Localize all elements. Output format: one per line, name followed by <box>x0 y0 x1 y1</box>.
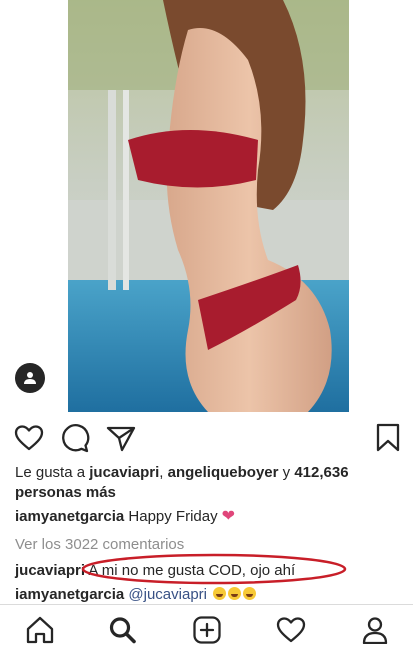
comment-item: iamyanetgarcia @jucaviapri <box>15 585 405 605</box>
like-button[interactable] <box>13 422 45 454</box>
laughing-face-emoji-icon <box>228 587 242 600</box>
share-button[interactable] <box>105 422 137 454</box>
home-icon <box>26 616 54 644</box>
nav-new-post[interactable] <box>191 615 223 645</box>
comment-item: jucaviapri A mi no me gusta COD, ojo ahí <box>15 561 405 581</box>
nav-profile[interactable] <box>359 615 391 645</box>
nav-home[interactable] <box>24 615 56 645</box>
laughing-face-emoji-icon <box>243 587 257 600</box>
nav-activity[interactable] <box>275 615 307 645</box>
comment-button[interactable] <box>59 422 91 454</box>
tagged-people-button[interactable] <box>15 363 45 393</box>
likes-count[interactable]: 412,636 <box>294 464 348 481</box>
comment-username[interactable]: jucaviapri <box>15 562 85 579</box>
heart-emoji-icon: ❤ <box>221 508 236 525</box>
view-all-comments-link[interactable]: Ver los 3022 comentarios <box>15 535 184 555</box>
heart-icon <box>14 425 44 451</box>
likes-summary: Le gusta a jucaviapri, angeliqueboyer y … <box>15 463 400 503</box>
liker-username[interactable]: angeliqueboyer <box>168 464 279 481</box>
profile-icon <box>362 617 388 644</box>
comment-username[interactable]: iamyanetgarcia <box>15 586 124 603</box>
post-caption: iamyanetgarcia Happy Friday ❤ <box>15 507 400 527</box>
likes-separator: , <box>159 464 168 481</box>
bookmark-icon <box>376 423 400 452</box>
post-photo-illustration <box>68 0 349 412</box>
likes-prefix: Le gusta a <box>15 464 90 481</box>
liker-username[interactable]: jucaviapri <box>89 464 159 481</box>
person-icon <box>24 372 36 384</box>
comment-text: A mi no me gusta COD, ojo ahí <box>88 562 296 579</box>
laughing-face-emoji-icon <box>213 587 227 600</box>
caption-text: Happy Friday <box>128 508 218 525</box>
likes-suffix[interactable]: personas más <box>15 484 116 501</box>
share-icon <box>106 426 136 452</box>
new-post-icon <box>193 616 221 644</box>
activity-heart-icon <box>276 617 306 643</box>
post-photo[interactable] <box>68 0 349 412</box>
comment-icon <box>62 424 90 453</box>
bottom-navigation <box>0 604 413 649</box>
search-icon <box>109 617 136 644</box>
likes-joiner: y <box>278 464 295 481</box>
nav-search[interactable] <box>107 615 139 645</box>
post-actions <box>0 420 413 454</box>
comment-mention[interactable]: @jucaviapri <box>128 586 207 603</box>
caption-username[interactable]: iamyanetgarcia <box>15 508 124 525</box>
save-button[interactable] <box>372 422 404 454</box>
